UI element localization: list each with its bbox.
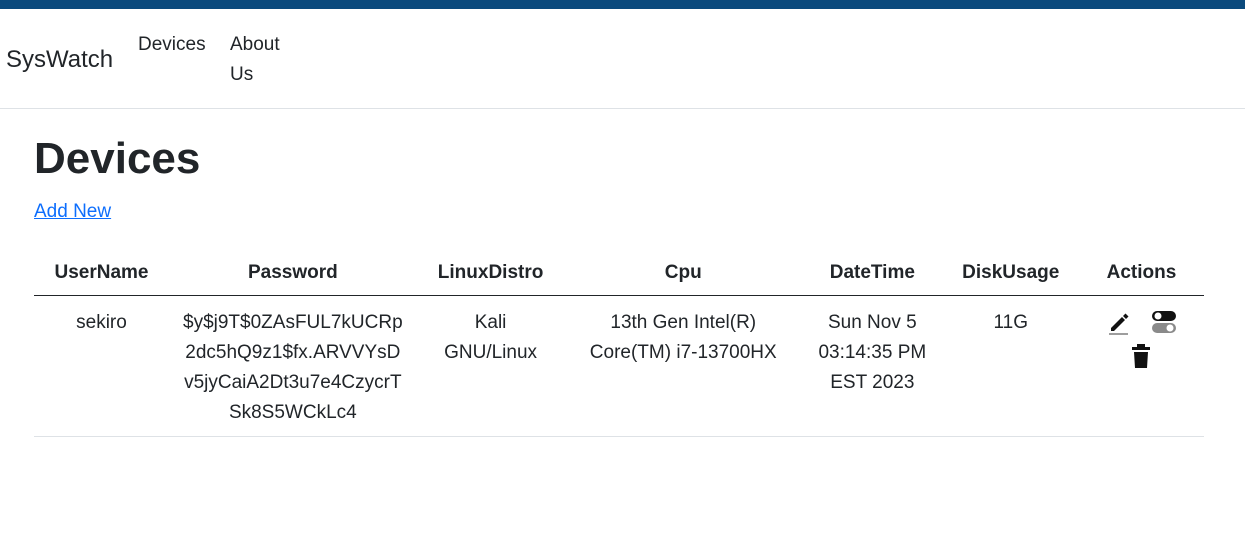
cell-password: $y$j9T$0ZAsFUL7kUCRp2dc5hQ9z1$fx.ARVVYsD… [168,295,417,437]
edit-button[interactable] [1105,308,1133,336]
cell-actions [1078,295,1204,437]
nav-link-devices[interactable]: Devices [138,30,206,60]
trash-icon [1132,344,1151,368]
cell-diskusage: 11G [942,295,1079,437]
cell-linuxdistro: Kali GNU/Linux [416,295,565,437]
column-header-password: Password [168,251,417,296]
password-value: $y$j9T$0ZAsFUL7kUCRp2dc5hQ9z1$fx.ARVVYsD… [183,312,403,423]
toggle-icon [1152,311,1177,333]
column-header-diskusage: DiskUsage [942,251,1079,296]
column-header-username: UserName [34,251,169,296]
cell-username: sekiro [34,295,169,437]
add-new-link[interactable]: Add New [34,198,111,226]
cell-cpu: 13th Gen Intel(R) Core(TM) i7-13700HX [564,295,803,437]
pencil-icon [1108,313,1129,335]
top-accent-bar [0,0,1245,9]
column-header-datetime: DateTime [802,251,943,296]
column-header-linuxdistro: LinuxDistro [416,251,565,296]
column-header-cpu: Cpu [564,251,803,296]
actions-group [1096,308,1186,376]
datetime-value: Sun Nov 5 03:14:35 PM EST 2023 [818,312,927,393]
cell-datetime: Sun Nov 5 03:14:35 PM EST 2023 [802,295,943,437]
table-row: sekiro $y$j9T$0ZAsFUL7kUCRp2dc5hQ9z1$fx.… [34,295,1204,437]
column-header-actions: Actions [1078,251,1204,296]
page-title: Devices [34,134,201,183]
linuxdistro-value: Kali GNU/Linux [444,312,538,363]
brand-link[interactable]: SysWatch [6,45,113,75]
devices-table: UserName Password LinuxDistro Cpu DateTi… [34,251,1204,437]
table-header-row: UserName Password LinuxDistro Cpu DateTi… [34,251,1204,296]
toggle-button[interactable] [1150,308,1178,336]
navbar: SysWatch Devices About Us [0,9,1245,109]
cpu-value: 13th Gen Intel(R) Core(TM) i7-13700HX [589,312,777,363]
delete-button[interactable] [1127,342,1155,370]
nav-link-about-us[interactable]: About Us [230,30,296,90]
